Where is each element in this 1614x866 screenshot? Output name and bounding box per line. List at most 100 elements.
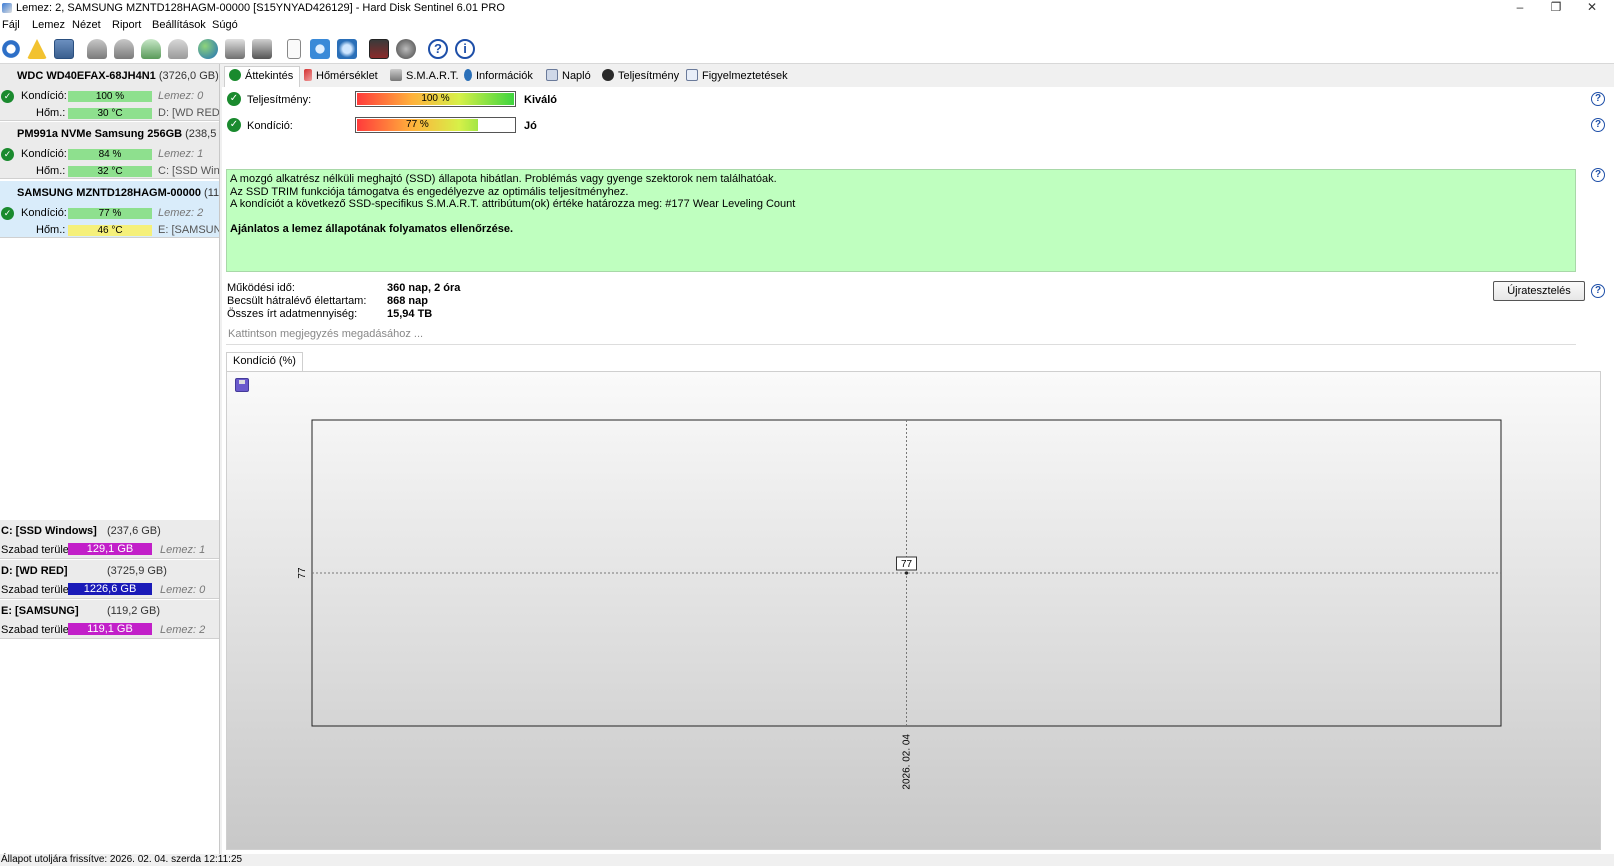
info-line: A mozgó alkatrész nélküli meghajtó (SSD)… [230,173,777,185]
health-bar-fill: 77 % [68,208,152,219]
menu-disk[interactable]: Lemez [32,19,65,31]
volume-size: (3725,9 GB) [107,565,167,577]
sync-icon[interactable] [310,39,330,59]
shield-icon[interactable] [396,39,416,59]
health-ok-icon: ✓ [227,118,241,132]
disk-number: Lemez: 0 [158,90,204,102]
main-panel: Áttekintés Hőmérséklet S.M.A.R.T. Inform… [222,64,1614,854]
status-info-box: A mozgó alkatrész nélküli meghajtó (SSD)… [226,169,1576,272]
temp-bar: 46 °C [68,225,152,236]
health-bar-fill: 100 % [68,91,152,102]
disk-list-panel: WDC WD40EFAX-68JH4N1 (3726,0 GB) ✓ Kondí… [0,64,220,854]
disk-name-text: WDC WD40EFAX-68JH4N1 [17,70,156,82]
retest-button[interactable]: Újratesztelés [1493,281,1585,301]
free-space-label: Szabad terület [1,584,72,596]
disk-name-text: SAMSUNG MZNTD128HAGM-00000 [17,187,201,199]
minimize-button[interactable]: – [1502,0,1538,16]
data-point [904,571,909,575]
mail-icon[interactable] [54,39,74,59]
chart-tab-health[interactable]: Kondíció (%) [226,352,303,371]
written-label: Összes írt adatmennyiség: [227,308,358,320]
tab-alerts[interactable]: Figyelmeztetések [686,69,788,87]
info-icon [464,69,472,81]
document-icon[interactable] [287,39,301,59]
tab-log[interactable]: Napló [546,69,591,87]
disk-item-0[interactable]: WDC WD40EFAX-68JH4N1 (3726,0 GB) ✓ Kondí… [0,64,219,121]
alert-icon[interactable] [27,39,47,59]
health-bar: 77 % [355,117,516,133]
volume-item-d[interactable]: D: [WD RED] (3725,9 GB) Szabad terület 1… [0,560,219,599]
alerts-icon [686,69,698,81]
volume-name: E: [SAMSUNG] [1,605,79,617]
menu-settings[interactable]: Beállítások [152,19,206,31]
volume-name: D: [WD RED] [1,565,68,577]
performance-bar: 100 % [355,91,516,107]
disk-size: (119,2 GB) [204,187,219,199]
help-icon[interactable]: ? [1591,118,1605,132]
tab-smart[interactable]: S.M.A.R.T. [390,69,459,87]
disk-name: PM991a NVMe Samsung 256GB (238,5 GB) [17,128,219,140]
tab-overview[interactable]: Áttekintés [224,66,301,87]
disk-volume: D: [WD RED] [158,107,219,119]
performance-ok-icon: ✓ [227,92,241,106]
disk-name-text: PM991a NVMe Samsung 256GB [17,128,183,140]
free-space-bar: 129,1 GB [68,543,152,555]
tab-label: Információk [476,70,533,82]
help-icon[interactable]: ? [428,39,448,59]
restore-button[interactable]: ❐ [1538,0,1574,16]
disk-icon-4[interactable] [168,39,188,59]
info-icon[interactable]: i [455,39,475,59]
health-label: Kondíció: [21,207,67,219]
thermometer-icon [304,69,312,81]
close-button[interactable]: ✕ [1574,0,1610,16]
refresh-icon[interactable] [1,39,21,59]
window-title: Lemez: 2, SAMSUNG MZNTD128HAGM-00000 [S1… [16,2,505,14]
lifetime-label: Becsült hátralévő élettartam: [227,295,367,307]
help-icon[interactable]: ? [1591,92,1605,106]
temp-bar-fill: 46 °C [68,225,152,236]
disk-item-1[interactable]: PM991a NVMe Samsung 256GB (238,5 GB) ✓ K… [0,122,219,179]
disk-number: Lemez: 1 [158,148,204,160]
health-bar: 77 % [68,208,152,219]
performance-label: Teljesítmény: [247,94,312,106]
health-chart: 77 77 2026. 02. 04 [297,419,1502,790]
tab-temperature[interactable]: Hőmérséklet [304,69,378,87]
menu-report[interactable]: Riport [112,19,141,31]
tab-label: Hőmérséklet [316,70,378,82]
disk-item-2[interactable]: SAMSUNG MZNTD128HAGM-00000 (119,2 GB) ✓ … [0,181,219,238]
volume-item-e[interactable]: E: [SAMSUNG] (119,2 GB) Szabad terület 1… [0,600,219,639]
temp-bar: 30 °C [68,108,152,119]
temp-label: Hőm.: [36,165,66,177]
health-ok-icon: ✓ [1,207,14,220]
network-icon[interactable] [337,39,357,59]
volume-disk: Lemez: 1 [160,544,206,556]
smart-icon [390,69,402,81]
globe-icon[interactable] [198,39,218,59]
health-bar-fill: 77 % [357,119,478,131]
help-icon[interactable]: ? [1591,284,1605,298]
help-icon[interactable]: ? [1591,168,1605,182]
info-recommendation: Ajánlatos a lemez állapotának folyamatos… [230,222,514,235]
scanner-icon[interactable] [252,39,272,59]
free-space-bar: 119,1 GB [68,623,152,635]
chart-panel: 77 77 2026. 02. 04 [226,371,1601,850]
menu-file[interactable]: Fájl [2,19,20,31]
temp-bar-fill: 32 °C [68,166,152,177]
chart-marks: 77 77 2026. 02. 04 [297,420,1501,790]
menu-view[interactable]: Nézet [72,19,101,31]
overview-content: ✓ Teljesítmény: 100 % Kiváló ? ✓ Kondíci… [222,87,1614,854]
tab-performance[interactable]: Teljesítmény [602,69,679,87]
log-icon [546,69,558,81]
monitor-icon[interactable] [369,39,389,59]
printer-icon[interactable] [225,39,245,59]
disk-icon-2[interactable] [114,39,134,59]
disk-icon-3[interactable] [141,39,161,59]
menu-help[interactable]: Súgó [212,19,238,31]
gauge-icon [602,69,614,81]
note-field[interactable]: Kattintson megjegyzés megadásához ... [226,325,1576,345]
disk-icon-1[interactable] [87,39,107,59]
volume-item-c[interactable]: C: [SSD Windows] (237,6 GB) Szabad terül… [0,520,219,559]
info-line: Az SSD TRIM funkciója támogatva és enged… [230,185,629,198]
tab-information[interactable]: Információk [464,69,533,87]
volume-size: (237,6 GB) [107,525,161,537]
